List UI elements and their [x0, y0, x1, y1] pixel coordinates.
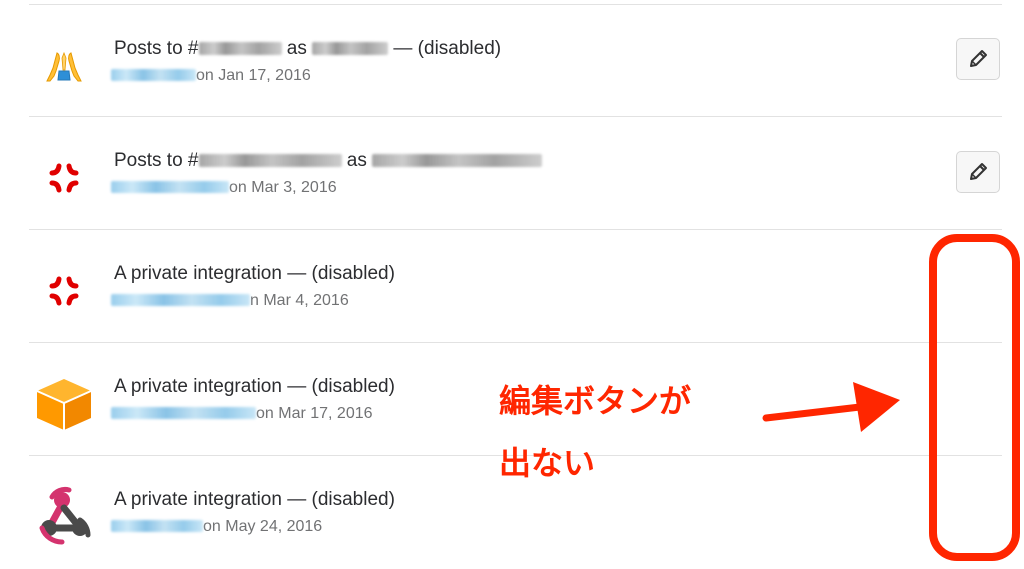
- pencil-icon: [970, 163, 987, 180]
- anger-symbol-icon: [29, 143, 99, 213]
- edit-button[interactable]: [956, 151, 1000, 193]
- redacted-author[interactable]: [111, 181, 229, 193]
- annotation-line-1: 編集ボタンが: [499, 382, 692, 420]
- annotation-label: 編集ボタンが 出ない: [499, 370, 779, 494]
- created-date: on Jan 17, 2016: [196, 67, 311, 84]
- amazon-box-icon: [29, 369, 99, 439]
- redacted-author[interactable]: [111, 294, 250, 306]
- anger-symbol-icon: [29, 256, 99, 326]
- created-date: on May 24, 2016: [203, 518, 323, 535]
- webhook-icon: [29, 482, 99, 552]
- redacted-author[interactable]: [111, 520, 203, 532]
- edit-button[interactable]: [956, 38, 1000, 80]
- integration-row: Posts to # as — (disabled) on Jan 17, 20…: [29, 4, 1002, 116]
- created-date: on Mar 3, 2016: [229, 179, 337, 196]
- folded-hands-icon: [29, 31, 99, 101]
- integration-title: A private integration — (disabled): [114, 489, 395, 510]
- title-prefix: Posts to #: [114, 150, 199, 171]
- title-middle: as: [281, 38, 313, 59]
- integration-meta: on Mar 17, 2016: [111, 404, 373, 424]
- created-date: n Mar 4, 2016: [250, 292, 349, 309]
- created-date: on Mar 17, 2016: [256, 405, 373, 422]
- title-suffix: — (disabled): [388, 38, 502, 59]
- redacted-channel-name: [198, 154, 342, 167]
- annotation-line-2: 出ない: [499, 444, 596, 482]
- redacted-author[interactable]: [111, 69, 196, 81]
- redacted-user-name: [312, 42, 389, 55]
- integration-meta: on Jan 17, 2016: [111, 66, 311, 86]
- redacted-user-name: [372, 154, 543, 167]
- integration-title: A private integration — (disabled): [114, 376, 395, 397]
- integration-meta: on May 24, 2016: [111, 517, 322, 537]
- integration-row: A private integration — (disabled) n Mar…: [29, 229, 1002, 341]
- title-prefix: Posts to #: [114, 38, 199, 59]
- pencil-icon: [970, 50, 987, 67]
- redacted-author[interactable]: [111, 407, 256, 419]
- title-middle: as: [341, 150, 373, 171]
- redacted-channel-name: [198, 42, 282, 55]
- integration-meta: on Mar 3, 2016: [111, 178, 337, 198]
- integration-row: Posts to # as on Mar 3, 2016: [29, 116, 1002, 228]
- integration-title: A private integration — (disabled): [114, 263, 395, 284]
- integration-title: Posts to # as — (disabled): [114, 37, 501, 61]
- integration-title: Posts to # as: [114, 149, 543, 173]
- integration-meta: n Mar 4, 2016: [111, 291, 349, 311]
